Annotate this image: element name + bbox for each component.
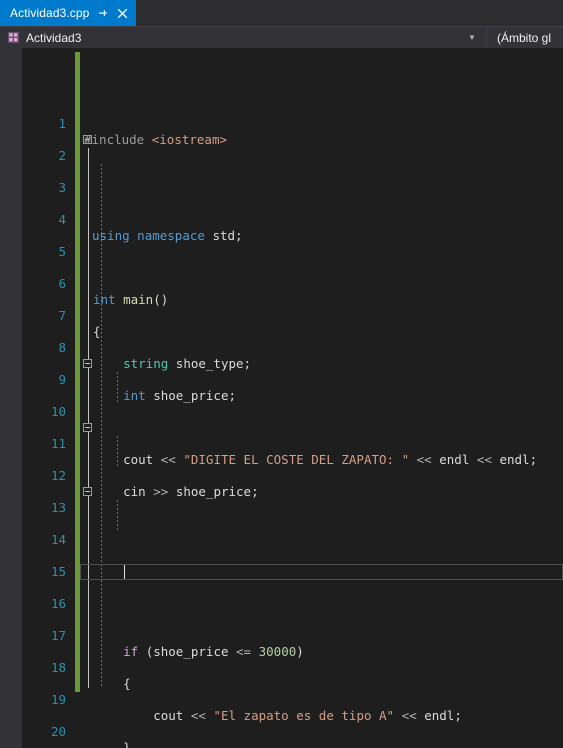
code-line: 10	[0, 388, 563, 419]
line-number: 1	[58, 116, 66, 131]
code-line: 9 int shoe_price;	[0, 356, 563, 403]
line-number: 5	[58, 244, 66, 259]
line-number: 9	[58, 372, 66, 387]
line-number: 11	[50, 436, 66, 451]
line-number: 20	[50, 724, 66, 739]
line-number: 2	[58, 148, 66, 163]
code-line: 4 using namespace std;	[0, 196, 563, 243]
line-number: 7	[58, 308, 66, 323]
line-number: 15	[50, 564, 66, 579]
code-line: 21 else if (shoe_price > 30000 < 6000)	[0, 740, 563, 748]
code-line: 8 string shoe_type;	[0, 324, 563, 371]
project-scope-dropdown[interactable]: Actividad3 ▼	[0, 27, 487, 48]
scope-label: (Ámbito gl	[497, 30, 552, 45]
navigation-bar: Actividad3 ▼ (Ámbito gl	[0, 27, 563, 48]
code-line: 6 int main()	[0, 260, 563, 307]
code-line: 13	[0, 484, 563, 515]
project-name-label: Actividad3	[26, 30, 82, 45]
code-editor[interactable]: 1 #include <iostream> 2 3 4 using namesp…	[0, 48, 563, 748]
line-number: 17	[50, 628, 66, 643]
pin-icon[interactable]	[96, 7, 109, 20]
chevron-down-icon[interactable]: ▼	[464, 33, 486, 42]
code-line: 14	[0, 516, 563, 547]
code-line: 12 cin >> shoe_price;	[0, 452, 563, 499]
line-number: 10	[50, 404, 66, 419]
line-number: 19	[50, 692, 66, 707]
line-number: 12	[50, 468, 66, 483]
class-symbol-icon	[6, 31, 20, 45]
line-number: 16	[50, 596, 66, 611]
code-text-layer[interactable]: 1 #include <iostream> 2 3 4 using namesp…	[0, 48, 563, 748]
code-line: 16	[0, 580, 563, 611]
code-line: 7 {	[0, 292, 563, 339]
code-line: 5	[0, 228, 563, 259]
line-number: 8	[58, 340, 66, 355]
tab-actividad3-cpp[interactable]: Actividad3.cpp	[0, 0, 137, 26]
code-line: 11 cout << "DIGITE EL COSTE DEL ZAPATO: …	[0, 420, 563, 467]
line-number: 13	[50, 500, 66, 515]
editor-tab-strip: Actividad3.cpp	[0, 0, 563, 27]
line-number: 14	[50, 532, 66, 547]
close-icon[interactable]	[116, 7, 129, 20]
code-line: 18 {	[0, 644, 563, 691]
line-number: 4	[58, 212, 66, 227]
code-line: 19 cout << "El zapato es de tipo A" << e…	[0, 676, 563, 723]
code-line: 1 #include <iostream>	[0, 100, 563, 147]
line-number: 3	[58, 180, 66, 195]
code-line: 17 if (shoe_price <= 30000)	[0, 612, 563, 659]
tab-label: Actividad3.cpp	[10, 6, 90, 20]
code-line: 15	[0, 548, 563, 579]
code-line: 2	[0, 132, 563, 163]
member-scope-dropdown[interactable]: (Ámbito gl	[487, 27, 563, 48]
line-number: 6	[58, 276, 66, 291]
line-number: 18	[50, 660, 66, 675]
code-line: 20 }	[0, 708, 563, 748]
code-line: 3	[0, 164, 563, 195]
